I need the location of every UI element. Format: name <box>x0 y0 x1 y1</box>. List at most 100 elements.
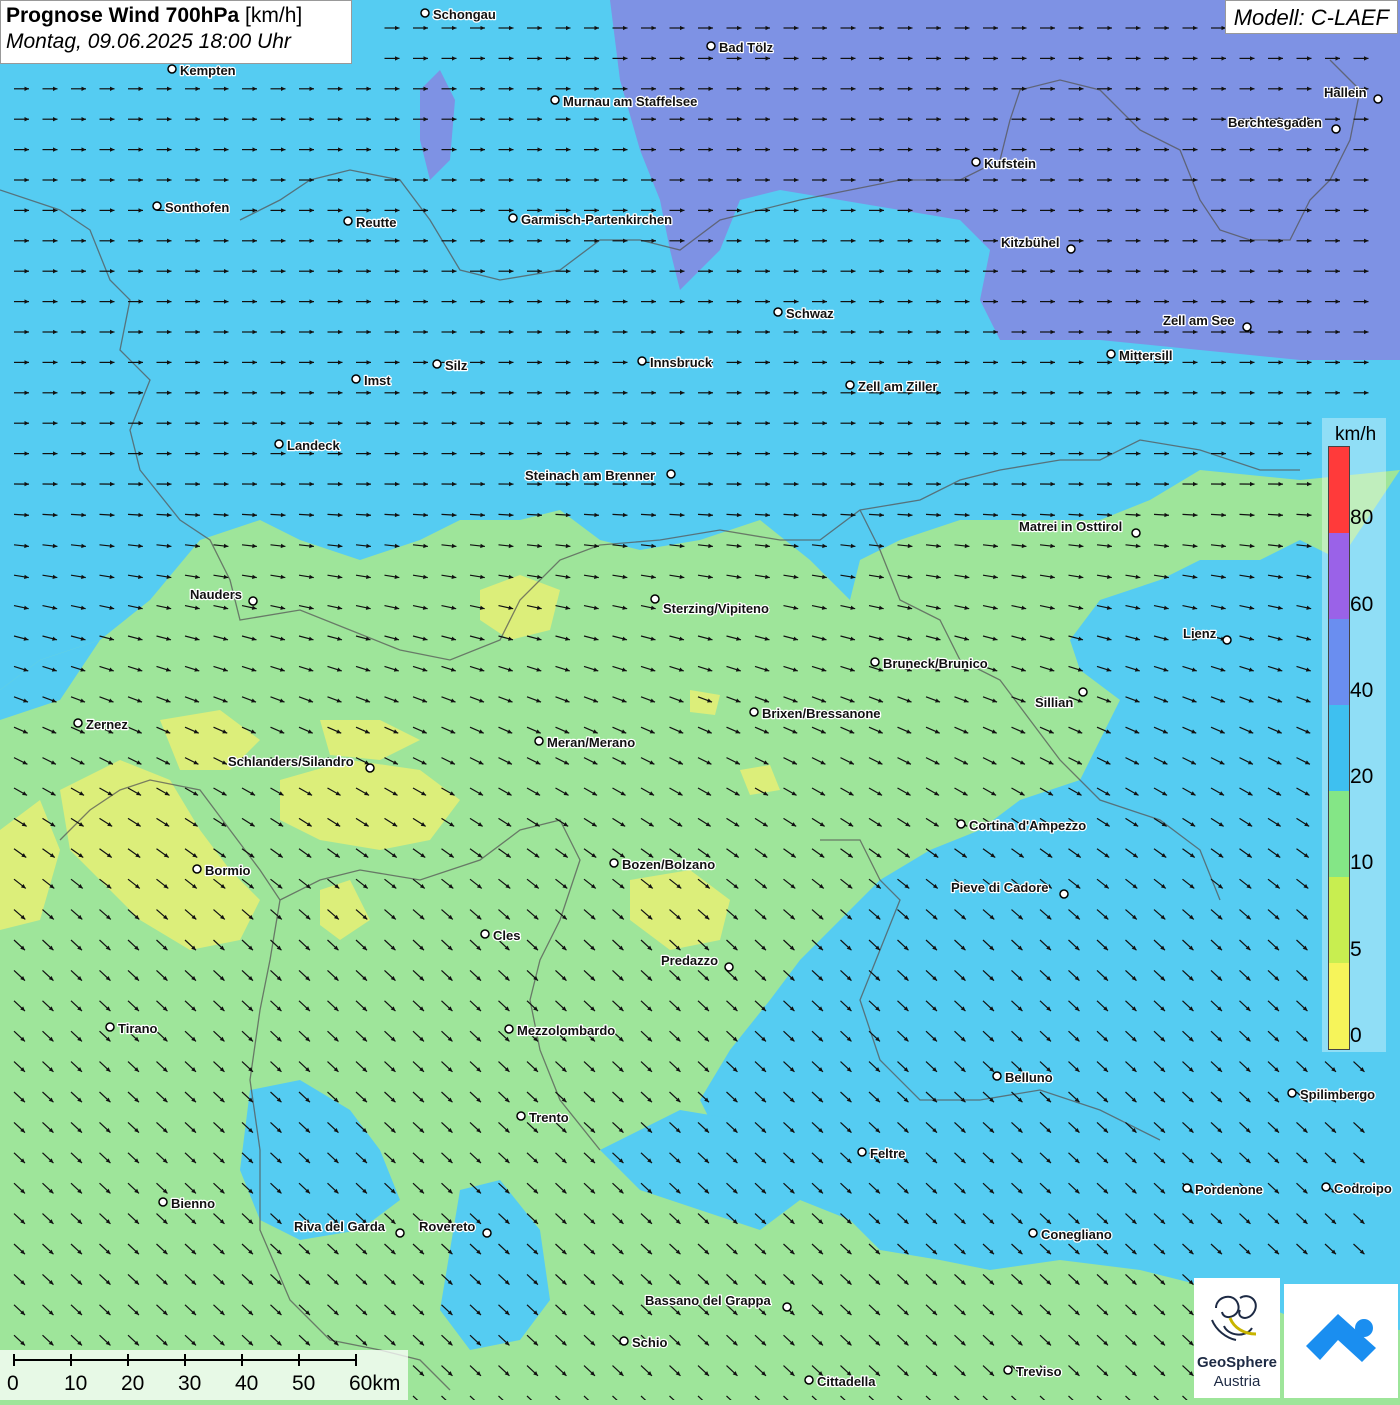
scale-bar-line <box>0 1350 408 1400</box>
legend-tick-label: 60 <box>1350 593 1373 617</box>
legend-tick-label: 5 <box>1350 938 1362 962</box>
legend-color-segment <box>1329 791 1349 877</box>
city-marker <box>509 214 517 222</box>
city-label: Mittersill <box>1119 348 1172 363</box>
city-mezzolombardo: Mezzolombardo <box>505 1023 615 1038</box>
city-spilimbergo: Spilimbergo <box>1288 1087 1375 1102</box>
city-marker <box>871 658 879 666</box>
city-marker <box>1107 350 1115 358</box>
city-label: Predazzo <box>661 953 718 968</box>
city-marker <box>159 1198 167 1206</box>
city-label: Bassano del Grappa <box>645 1293 771 1308</box>
city-label: Landeck <box>287 438 341 453</box>
city-marker <box>620 1337 628 1345</box>
city-meran-merano: Meran/Merano <box>535 735 635 750</box>
city-label: Schio <box>632 1335 667 1350</box>
legend-color-bar <box>1328 446 1350 1050</box>
city-marker <box>1223 636 1231 644</box>
city-marker <box>352 375 360 383</box>
city-label: Sillian <box>1035 695 1073 710</box>
city-marker <box>1374 95 1382 103</box>
title-box: Prognose Wind 700hPa [km/h] Montag, 09.0… <box>0 0 352 64</box>
city-marker <box>707 42 715 50</box>
city-schongau: Schongau <box>421 7 496 22</box>
city-marker <box>750 708 758 716</box>
city-marker <box>1079 688 1087 696</box>
legend-tick-label: 40 <box>1350 679 1373 703</box>
geosphere-logo: GeoSphere Austria <box>1194 1278 1280 1398</box>
city-label: Garmisch-Partenkirchen <box>521 212 672 227</box>
city-marker <box>517 1112 525 1120</box>
map-title-unit: [km/h] <box>245 4 302 27</box>
city-marker <box>483 1229 491 1237</box>
city-label: Codroipo <box>1334 1181 1392 1196</box>
city-label: Tirano <box>118 1021 158 1036</box>
city-marker <box>1029 1229 1037 1237</box>
geosphere-name: GeoSphere <box>1194 1354 1280 1371</box>
map-title: Prognose Wind 700hPa [km/h] <box>6 4 346 28</box>
city-label: Treviso <box>1016 1364 1062 1379</box>
city-label: Spilimbergo <box>1300 1087 1375 1102</box>
city-marker <box>972 158 980 166</box>
city-label: Cortina d'Ampezzo <box>969 818 1086 833</box>
city-label: Bad Tölz <box>719 40 774 55</box>
city-label: Schlanders/Silandro <box>228 754 354 769</box>
city-marker <box>275 440 283 448</box>
city-marker <box>505 1025 513 1033</box>
city-label: Trento <box>529 1110 569 1125</box>
city-sonthofen: Sonthofen <box>153 200 229 215</box>
scale-bar-label: 40 <box>235 1372 258 1396</box>
city-marker <box>551 96 559 104</box>
city-marker <box>1332 125 1340 133</box>
city-marker <box>993 1072 1001 1080</box>
city-marker <box>106 1023 114 1031</box>
city-label: Kempten <box>180 63 236 78</box>
wind-map[interactable]: Schongau Bad Tölz Kempten Murnau am Staffel… <box>0 0 1400 1400</box>
legend-color-segment <box>1329 533 1349 619</box>
city-label: Kufstein <box>984 156 1036 171</box>
model-label: Modell: C-LAEF <box>1225 0 1398 34</box>
city-marker <box>667 470 675 478</box>
scale-bar-label: 20 <box>121 1372 144 1396</box>
city-label: Brixen/Bressanone <box>762 706 881 721</box>
city-label: Berchtesgaden <box>1228 115 1322 130</box>
city-label: Schongau <box>433 7 496 22</box>
scale-bar-label: 30 <box>178 1372 201 1396</box>
city-marker <box>1067 245 1075 253</box>
city-marker <box>957 820 965 828</box>
scale-bar: 0102030405060km <box>0 1350 408 1400</box>
city-label: Sterzing/Vipiteno <box>663 601 769 616</box>
city-marker <box>1183 1184 1191 1192</box>
scale-bar-label: 50 <box>292 1372 315 1396</box>
city-label: Zell am Ziller <box>858 379 937 394</box>
city-marker <box>249 597 257 605</box>
city-cortina-d-ampezzo: Cortina d'Ampezzo <box>957 818 1086 833</box>
city-marker <box>1132 529 1140 537</box>
city-marker <box>433 360 441 368</box>
city-label: Silz <box>445 358 468 373</box>
city-marker <box>344 217 352 225</box>
scale-bar-label: 0 <box>7 1372 19 1396</box>
city-conegliano: Conegliano <box>1029 1227 1112 1242</box>
city-label: Imst <box>364 373 391 388</box>
city-marker <box>396 1229 404 1237</box>
city-label: Zernez <box>86 717 128 732</box>
city-marker <box>725 963 733 971</box>
legend-tick-label: 0 <box>1350 1024 1362 1048</box>
city-marker <box>846 381 854 389</box>
city-marker <box>153 202 161 210</box>
city-label: Bruneck/Brunico <box>883 656 988 671</box>
legend-color-segment <box>1329 963 1349 1049</box>
city-marker <box>535 737 543 745</box>
city-marker <box>1288 1089 1296 1097</box>
city-label: Feltre <box>870 1146 905 1161</box>
city-marker <box>774 308 782 316</box>
city-murnau-am-staffelsee: Murnau am Staffelsee <box>551 94 697 109</box>
city-marker <box>481 930 489 938</box>
geosphere-country: Austria <box>1194 1373 1280 1390</box>
city-brixen-bressanone: Brixen/Bressanone <box>750 706 881 721</box>
city-marker <box>193 865 201 873</box>
legend-tick-label: 20 <box>1350 765 1373 789</box>
city-label: Pordenone <box>1195 1182 1263 1197</box>
legend-tick-label: 10 <box>1350 851 1373 875</box>
